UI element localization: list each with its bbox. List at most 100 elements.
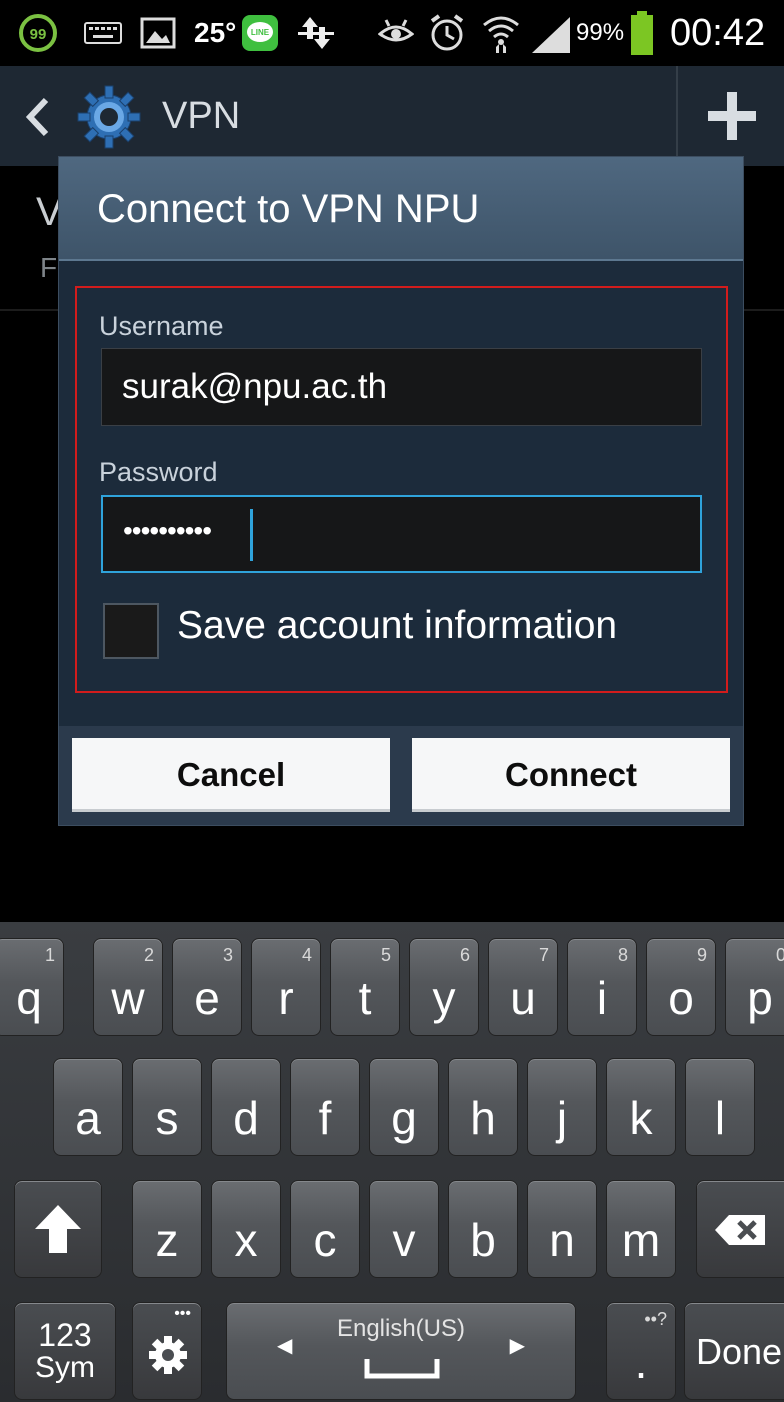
connect-button[interactable]: Connect — [412, 738, 730, 812]
battery-percent: 99% — [576, 19, 625, 46]
keyboard-settings-gear-icon — [149, 1336, 187, 1374]
eye-icon — [378, 0, 414, 66]
key-v[interactable]: v — [369, 1180, 439, 1278]
key-g[interactable]: g — [369, 1058, 439, 1156]
page-title: VPN — [162, 95, 241, 137]
key-j-label: j — [556, 1092, 568, 1144]
settings-key-sub: ••• — [174, 1305, 191, 1322]
key-w-sub: 2 — [143, 945, 154, 965]
key-h-label: h — [470, 1092, 496, 1144]
username-field[interactable]: surak@npu.ac.th — [101, 348, 702, 426]
key-j[interactable]: j — [527, 1058, 597, 1156]
key-u-label: u — [510, 972, 536, 1024]
key-w[interactable]: 2w — [93, 938, 163, 1036]
key-l[interactable]: l — [685, 1058, 755, 1156]
add-icon[interactable] — [706, 90, 758, 147]
symbols-key-line2: Sym — [35, 1351, 95, 1384]
username-label: Username — [99, 311, 224, 341]
key-g-label: g — [391, 1092, 417, 1144]
key-z[interactable]: z — [132, 1180, 202, 1278]
key-x-label: x — [234, 1214, 258, 1266]
key-d[interactable]: d — [211, 1058, 281, 1156]
action-bar-divider — [676, 66, 678, 166]
line-app-text: LINE — [251, 28, 270, 37]
password-field[interactable]: •••••••••• — [101, 495, 702, 573]
clock: 00:42 — [670, 11, 766, 54]
key-n-label: n — [549, 1214, 575, 1266]
key-v-label: v — [392, 1214, 416, 1266]
key-w-label: w — [111, 972, 145, 1024]
period-key-sub: ••? — [644, 1309, 667, 1329]
key-t-sub: 5 — [380, 945, 391, 965]
key-i[interactable]: 8i — [567, 938, 637, 1036]
notification-count-icon: 99 — [18, 0, 58, 66]
key-d-label: d — [233, 1092, 259, 1144]
alarm-icon — [428, 0, 466, 66]
space-right-arrow-icon: ▶ — [509, 1335, 525, 1357]
key-c-label: c — [313, 1214, 337, 1266]
vpn-list-item-subtitle: F — [40, 252, 58, 283]
key-b-label: b — [470, 1214, 496, 1266]
key-c[interactable]: c — [290, 1180, 360, 1278]
key-p-label: p — [747, 972, 773, 1024]
key-h[interactable]: h — [448, 1058, 518, 1156]
key-u[interactable]: 7u — [488, 938, 558, 1036]
dialog-body: Username surak@npu.ac.th Password ••••••… — [59, 261, 743, 726]
key-l-label: l — [714, 1092, 726, 1144]
settings-gear-icon — [76, 84, 142, 155]
done-key[interactable]: Done — [684, 1302, 784, 1400]
key-o-sub: 9 — [696, 945, 707, 965]
dialog-header: Connect to VPN NPU — [59, 157, 743, 261]
key-q-label: q — [16, 972, 42, 1024]
key-o[interactable]: 9o — [646, 938, 716, 1036]
key-b[interactable]: b — [448, 1180, 518, 1278]
key-f-label: f — [318, 1092, 332, 1144]
symbols-key[interactable]: 123 Sym — [14, 1302, 116, 1400]
key-a[interactable]: a — [53, 1058, 123, 1156]
key-k[interactable]: k — [606, 1058, 676, 1156]
key-p[interactable]: 0p — [725, 938, 784, 1036]
backspace-icon — [715, 1215, 765, 1245]
back-arrow-icon[interactable] — [22, 96, 52, 143]
key-m[interactable]: m — [606, 1180, 676, 1278]
password-label: Password — [99, 457, 218, 487]
key-z-label: z — [155, 1214, 179, 1266]
key-r[interactable]: 4r — [251, 938, 321, 1036]
key-k-label: k — [629, 1092, 653, 1144]
key-f[interactable]: f — [290, 1058, 360, 1156]
key-e[interactable]: 3e — [172, 938, 242, 1036]
period-key[interactable]: ••? . — [606, 1302, 676, 1400]
key-t-label: t — [358, 972, 372, 1024]
key-q-sub: 1 — [44, 945, 55, 965]
save-account-checkbox[interactable] — [103, 603, 159, 659]
keyboard-settings-key[interactable]: ••• — [132, 1302, 202, 1400]
signal-icon — [530, 0, 574, 66]
key-a-label: a — [75, 1092, 101, 1144]
key-t[interactable]: 5t — [330, 938, 400, 1036]
badge-count: 99 — [30, 26, 47, 43]
save-account-label[interactable]: Save account information — [177, 604, 617, 648]
wifi-icon — [482, 0, 520, 66]
key-i-label: i — [596, 972, 608, 1024]
key-x[interactable]: x — [211, 1180, 281, 1278]
symbols-key-line1: 123 — [38, 1317, 92, 1353]
soft-keyboard: 1q 2w 3e 4r 5t 6y 7u 8i 9o 0p a s d f g … — [0, 922, 784, 1402]
space-bar[interactable]: ◀ English(US) ▶ — [226, 1302, 576, 1400]
key-s[interactable]: s — [132, 1058, 202, 1156]
sync-icon — [296, 0, 336, 66]
cancel-button[interactable]: Cancel — [72, 738, 390, 812]
backspace-key[interactable] — [696, 1180, 784, 1278]
key-q[interactable]: 1q — [0, 938, 64, 1036]
key-r-label: r — [278, 972, 294, 1024]
key-o-label: o — [668, 972, 694, 1024]
key-i-sub: 8 — [617, 945, 628, 965]
key-p-sub: 0 — [775, 945, 784, 965]
key-n[interactable]: n — [527, 1180, 597, 1278]
done-key-label: Done — [695, 1331, 783, 1372]
temperature-text: 25° — [194, 17, 237, 48]
shift-key[interactable] — [14, 1180, 102, 1278]
username-value: surak@npu.ac.th — [122, 367, 388, 406]
key-y[interactable]: 6y — [409, 938, 479, 1036]
key-r-sub: 4 — [301, 945, 312, 965]
key-y-label: y — [432, 972, 456, 1024]
